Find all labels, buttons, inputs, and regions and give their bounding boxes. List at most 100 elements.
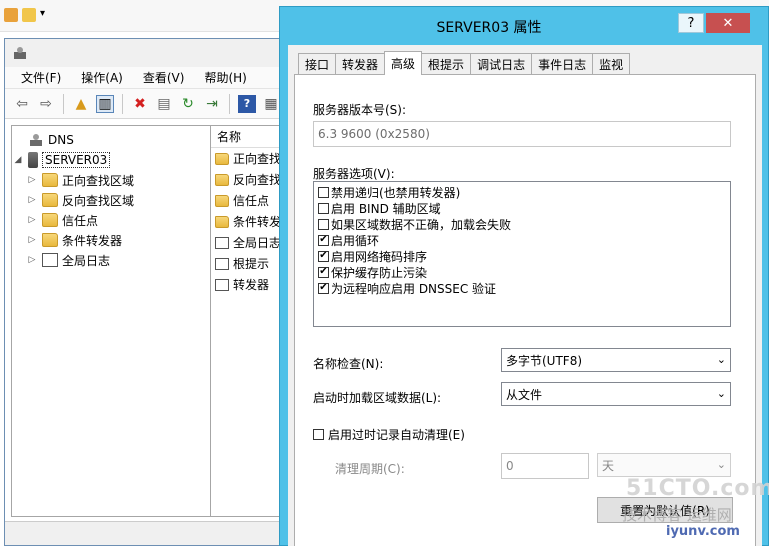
document-icon	[215, 257, 229, 270]
option-label: 为远程响应启用 DNSSEC 验证	[331, 281, 497, 296]
folder-icon	[42, 213, 58, 227]
tree-item-trust-points[interactable]: ▷ 信任点	[12, 210, 210, 230]
help-icon[interactable]: ?	[238, 94, 256, 113]
name-check-value: 多字节(UTF8)	[506, 353, 583, 368]
tree-item-conditional-forwarders[interactable]: ▷ 条件转发器	[12, 230, 210, 250]
chevron-down-icon: ⌄	[716, 458, 726, 471]
toolbar-separator	[229, 93, 230, 114]
option-label: 启用 BIND 辅助区域	[331, 201, 441, 216]
dialog-body: 接口 转发器 高级 根提示 调试日志 事件日志 监视 服务器版本号(S): 6.…	[288, 45, 762, 546]
export-icon[interactable]: ⇥	[203, 95, 221, 113]
folder-icon[interactable]	[22, 8, 36, 22]
list-item-label: 反向查找	[233, 173, 282, 187]
period-unit-value: 天	[602, 458, 615, 473]
period-unit-select[interactable]: 天 ⌄	[597, 453, 731, 477]
tree-label: 全局日志	[62, 253, 111, 268]
checkbox[interactable]	[318, 202, 329, 214]
toolbar-separator	[122, 93, 123, 114]
expanded-arrow-icon[interactable]: ◢	[12, 155, 24, 165]
folder-icon	[215, 152, 229, 165]
load-zone-value: 从文件	[506, 387, 543, 402]
watermark-line3: iyunv.com	[666, 524, 740, 539]
list-item-label: 根提示	[233, 257, 270, 271]
tab-interfaces[interactable]: 接口	[298, 53, 337, 75]
list-item-label: 条件转发	[233, 215, 282, 229]
option-netmask-ordering[interactable]: ✔ 启用网络掩码排序	[314, 248, 730, 264]
back-arrow-icon[interactable]: ⇦	[13, 95, 31, 113]
checkbox[interactable]	[318, 186, 329, 198]
dns-app-icon	[14, 47, 26, 59]
tree-item-server[interactable]: ◢ SERVER03	[12, 150, 210, 170]
close-button[interactable]: ✕	[706, 13, 750, 33]
list-item-label: 正向查找	[233, 152, 282, 166]
tree-item-reverse-lookup[interactable]: ▷ 反向查找区域	[12, 190, 210, 210]
help-button[interactable]: ?	[678, 13, 704, 33]
collapsed-arrow-icon[interactable]: ▷	[26, 215, 38, 225]
list-item-label: 全局日志	[233, 236, 282, 250]
tab-advanced[interactable]: 高级	[384, 51, 423, 75]
option-dnssec-validation[interactable]: ✔ 为远程响应启用 DNSSEC 验证	[314, 280, 730, 296]
name-check-select[interactable]: 多字节(UTF8) ⌄	[501, 348, 731, 372]
option-label: 保护缓存防止污染	[331, 265, 428, 280]
menu-view[interactable]: 查看(V)	[143, 69, 185, 86]
dns-title-bar	[5, 39, 304, 67]
tree-label: 条件转发器	[62, 233, 123, 248]
tab-monitoring[interactable]: 监视	[592, 53, 631, 75]
dropdown-icon[interactable]: ▾	[40, 8, 45, 22]
dialog-title-bar[interactable]: SERVER03 属性 ? ✕	[280, 7, 768, 45]
collapsed-arrow-icon[interactable]: ▷	[26, 195, 38, 205]
option-fail-on-bad-zone[interactable]: 如果区域数据不正确，加载会失败	[314, 216, 730, 232]
refresh-icon[interactable]: ↻	[179, 95, 197, 113]
tab-event-logging[interactable]: 事件日志	[531, 53, 594, 75]
tree-label: 信任点	[62, 213, 99, 228]
show-tree-icon[interactable]: ▥	[96, 94, 114, 113]
scavenging-checkbox[interactable]	[313, 429, 324, 440]
option-disable-recursion[interactable]: 禁用递归(也禁用转发器)	[314, 184, 730, 200]
up-folder-icon[interactable]: ▲	[72, 95, 90, 113]
period-input[interactable]: 0	[501, 453, 589, 479]
load-zone-select[interactable]: 从文件 ⌄	[501, 382, 731, 406]
checkbox[interactable]: ✔	[318, 266, 329, 278]
server-icon	[28, 152, 38, 168]
panes: DNS ◢ SERVER03 ▷ 正向查找区域 ▷ 反向查找区域 ▷ 信任点 ▷…	[11, 125, 304, 517]
option-round-robin[interactable]: ✔ 启用循环	[314, 232, 730, 248]
menu-file[interactable]: 文件(F)	[21, 69, 61, 86]
checkbox[interactable]: ✔	[318, 250, 329, 262]
option-label: 如果区域数据不正确，加载会失败	[331, 217, 512, 232]
tree-label: DNS	[48, 133, 74, 147]
tree-pane: DNS ◢ SERVER03 ▷ 正向查找区域 ▷ 反向查找区域 ▷ 信任点 ▷…	[11, 125, 211, 517]
collapsed-arrow-icon[interactable]: ▷	[26, 255, 38, 265]
console-icon[interactable]: ▦	[262, 95, 280, 113]
note-icon[interactable]	[4, 8, 18, 22]
option-label: 禁用递归(也禁用转发器)	[331, 185, 461, 200]
option-label: 启用网络掩码排序	[331, 249, 428, 264]
checkbox[interactable]	[318, 218, 329, 230]
menu-bar: 文件(F) 操作(A) 查看(V) 帮助(H)	[5, 67, 304, 89]
option-secure-cache[interactable]: ✔ 保护缓存防止污染	[314, 264, 730, 280]
tab-forwarders[interactable]: 转发器	[335, 53, 386, 75]
scavenging-checkbox-row[interactable]: 启用过时记录自动清理(E)	[313, 426, 465, 443]
properties-icon[interactable]: ▤	[155, 95, 173, 113]
checkbox[interactable]: ✔	[318, 282, 329, 294]
tab-root-hints[interactable]: 根提示	[421, 53, 472, 75]
menu-help[interactable]: 帮助(H)	[204, 69, 246, 86]
options-label: 服务器选项(V):	[313, 167, 395, 181]
list-item-label: 信任点	[233, 194, 270, 208]
checkbox[interactable]: ✔	[318, 234, 329, 246]
folder-icon	[42, 193, 58, 207]
name-check-label: 名称检查(N):	[313, 357, 384, 371]
watermark-line2: 技术博客 运维网	[622, 506, 732, 524]
collapsed-arrow-icon[interactable]: ▷	[26, 175, 38, 185]
server-options-list[interactable]: 禁用递归(也禁用转发器) 启用 BIND 辅助区域 如果区域数据不正确，加载会失…	[313, 181, 731, 327]
menu-action[interactable]: 操作(A)	[81, 69, 123, 86]
toolbar: ⇦ ⇨ ▲ ▥ ✖ ▤ ↻ ⇥ ? ▦	[5, 89, 304, 119]
delete-icon[interactable]: ✖	[131, 95, 149, 113]
tree-item-dns[interactable]: DNS	[12, 130, 210, 150]
option-bind-secondaries[interactable]: 启用 BIND 辅助区域	[314, 200, 730, 216]
forward-arrow-icon[interactable]: ⇨	[37, 95, 55, 113]
tree-item-forward-lookup[interactable]: ▷ 正向查找区域	[12, 170, 210, 190]
tab-debug-logging[interactable]: 调试日志	[470, 53, 533, 75]
version-field[interactable]: 6.3 9600 (0x2580)	[313, 121, 731, 147]
collapsed-arrow-icon[interactable]: ▷	[26, 235, 38, 245]
tree-item-global-logs[interactable]: ▷ 全局日志	[12, 250, 210, 270]
